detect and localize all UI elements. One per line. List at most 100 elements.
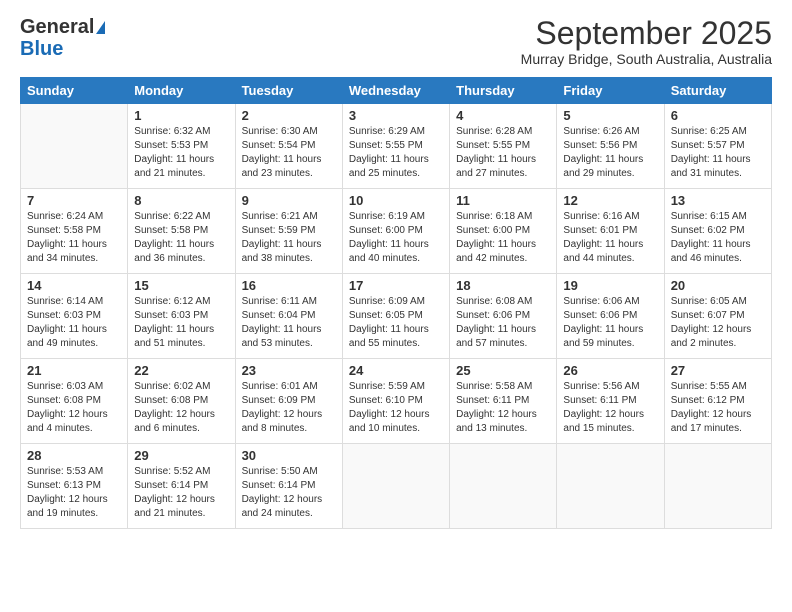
calendar-cell: 9 Sunrise: 6:21 AMSunset: 5:59 PMDaylight… xyxy=(235,189,342,274)
day-number: 27 xyxy=(671,363,765,378)
day-number: 5 xyxy=(563,108,657,123)
day-number: 15 xyxy=(134,278,228,293)
calendar-cell xyxy=(557,444,664,529)
calendar-cell: 27 Sunrise: 5:55 AMSunset: 6:12 PMDayligh… xyxy=(664,359,771,444)
calendar-cell: 1Sunrise: 6:32 AMSunset: 5:53 PMDaylight… xyxy=(128,104,235,189)
calendar-cell: 10 Sunrise: 6:19 AMSunset: 6:00 PMDayligh… xyxy=(342,189,449,274)
day-header-monday: Monday xyxy=(128,78,235,104)
week-row-5: 28 Sunrise: 5:53 AMSunset: 6:13 PMDayligh… xyxy=(21,444,772,529)
calendar-cell: 26 Sunrise: 5:56 AMSunset: 6:11 PMDayligh… xyxy=(557,359,664,444)
day-number: 14 xyxy=(27,278,121,293)
calendar-cell xyxy=(342,444,449,529)
calendar-cell: 30Sunrise: 5:50 AMSunset: 6:14 PMDayligh… xyxy=(235,444,342,529)
logo-general: General xyxy=(20,16,105,38)
day-info: Sunrise: 6:02 AMSunset: 6:08 PMDaylight:… xyxy=(134,380,228,436)
calendar-cell: 7 Sunrise: 6:24 AMSunset: 5:58 PMDaylight… xyxy=(21,189,128,274)
day-info: Sunrise: 5:52 AMSunset: 6:14 PMDaylight:… xyxy=(134,465,228,521)
page-header: General Blue September 2025 Murray Bridg… xyxy=(20,16,772,67)
calendar-cell xyxy=(450,444,557,529)
calendar-cell: 3Sunrise: 6:29 AMSunset: 5:55 PMDaylight… xyxy=(342,104,449,189)
calendar-cell: 21 Sunrise: 6:03 AMSunset: 6:08 PMDayligh… xyxy=(21,359,128,444)
day-header-friday: Friday xyxy=(557,78,664,104)
day-info: Sunrise: 6:14 AMSunset: 6:03 PMDaylight:… xyxy=(27,295,121,351)
day-number: 18 xyxy=(456,278,550,293)
logo: General Blue xyxy=(20,16,105,60)
day-number: 20 xyxy=(671,278,765,293)
day-header-tuesday: Tuesday xyxy=(235,78,342,104)
calendar-cell: 29 Sunrise: 5:52 AMSunset: 6:14 PMDayligh… xyxy=(128,444,235,529)
calendar-cell xyxy=(664,444,771,529)
day-header-thursday: Thursday xyxy=(450,78,557,104)
calendar-cell: 2Sunrise: 6:30 AMSunset: 5:54 PMDaylight… xyxy=(235,104,342,189)
day-info: Sunrise: 6:01 AMSunset: 6:09 PMDaylight:… xyxy=(242,380,336,436)
logo-blue: Blue xyxy=(20,38,63,60)
day-info: Sunrise: 5:55 AMSunset: 6:12 PMDaylight:… xyxy=(671,380,765,436)
calendar-cell: 16Sunrise: 6:11 AMSunset: 6:04 PMDayligh… xyxy=(235,274,342,359)
calendar-cell: 24 Sunrise: 5:59 AMSunset: 6:10 PMDayligh… xyxy=(342,359,449,444)
day-info: Sunrise: 5:56 AMSunset: 6:11 PMDaylight:… xyxy=(563,380,657,436)
month-title: September 2025 xyxy=(521,16,772,51)
day-number: 4 xyxy=(456,108,550,123)
calendar-cell: 13 Sunrise: 6:15 AMSunset: 6:02 PMDayligh… xyxy=(664,189,771,274)
day-info: Sunrise: 6:05 AMSunset: 6:07 PMDaylight:… xyxy=(671,295,765,351)
day-number: 24 xyxy=(349,363,443,378)
day-number: 10 xyxy=(349,193,443,208)
calendar-cell: 20 Sunrise: 6:05 AMSunset: 6:07 PMDayligh… xyxy=(664,274,771,359)
calendar-cell xyxy=(21,104,128,189)
day-number: 12 xyxy=(563,193,657,208)
week-row-3: 14 Sunrise: 6:14 AMSunset: 6:03 PMDayligh… xyxy=(21,274,772,359)
day-number: 16 xyxy=(242,278,336,293)
day-number: 11 xyxy=(456,193,550,208)
day-info: Sunrise: 6:24 AMSunset: 5:58 PMDaylight:… xyxy=(27,210,121,266)
calendar-cell: 25Sunrise: 5:58 AMSunset: 6:11 PMDayligh… xyxy=(450,359,557,444)
calendar-cell: 17 Sunrise: 6:09 AMSunset: 6:05 PMDayligh… xyxy=(342,274,449,359)
day-info: Sunrise: 5:58 AMSunset: 6:11 PMDaylight:… xyxy=(456,380,550,436)
day-number: 21 xyxy=(27,363,121,378)
day-info: Sunrise: 6:08 AMSunset: 6:06 PMDaylight:… xyxy=(456,295,550,351)
day-info: Sunrise: 6:18 AMSunset: 6:00 PMDaylight:… xyxy=(456,210,550,266)
calendar-cell: 5 Sunrise: 6:26 AMSunset: 5:56 PMDaylight… xyxy=(557,104,664,189)
day-number: 6 xyxy=(671,108,765,123)
calendar-cell: 22 Sunrise: 6:02 AMSunset: 6:08 PMDayligh… xyxy=(128,359,235,444)
day-number: 8 xyxy=(134,193,228,208)
day-number: 29 xyxy=(134,448,228,463)
calendar-cell: 11 Sunrise: 6:18 AMSunset: 6:00 PMDayligh… xyxy=(450,189,557,274)
calendar-cell: 28 Sunrise: 5:53 AMSunset: 6:13 PMDayligh… xyxy=(21,444,128,529)
day-info: Sunrise: 6:19 AMSunset: 6:00 PMDaylight:… xyxy=(349,210,443,266)
day-header-saturday: Saturday xyxy=(664,78,771,104)
day-info: Sunrise: 6:25 AMSunset: 5:57 PMDaylight:… xyxy=(671,125,765,181)
day-number: 7 xyxy=(27,193,121,208)
day-number: 1 xyxy=(134,108,228,123)
day-number: 22 xyxy=(134,363,228,378)
day-number: 3 xyxy=(349,108,443,123)
calendar-cell: 23Sunrise: 6:01 AMSunset: 6:09 PMDayligh… xyxy=(235,359,342,444)
day-number: 28 xyxy=(27,448,121,463)
day-info: Sunrise: 6:28 AMSunset: 5:55 PMDaylight:… xyxy=(456,125,550,181)
day-number: 2 xyxy=(242,108,336,123)
calendar-cell: 8Sunrise: 6:22 AMSunset: 5:58 PMDaylight… xyxy=(128,189,235,274)
day-info: Sunrise: 5:53 AMSunset: 6:13 PMDaylight:… xyxy=(27,465,121,521)
calendar-cell: 6 Sunrise: 6:25 AMSunset: 5:57 PMDaylight… xyxy=(664,104,771,189)
day-number: 9 xyxy=(242,193,336,208)
day-number: 13 xyxy=(671,193,765,208)
day-info: Sunrise: 6:03 AMSunset: 6:08 PMDaylight:… xyxy=(27,380,121,436)
location: Murray Bridge, South Australia, Australi… xyxy=(521,51,772,67)
day-info: Sunrise: 6:16 AMSunset: 6:01 PMDaylight:… xyxy=(563,210,657,266)
day-number: 19 xyxy=(563,278,657,293)
calendar-cell: 19Sunrise: 6:06 AMSunset: 6:06 PMDayligh… xyxy=(557,274,664,359)
title-block: September 2025 Murray Bridge, South Aust… xyxy=(521,16,772,67)
day-info: Sunrise: 6:09 AMSunset: 6:05 PMDaylight:… xyxy=(349,295,443,351)
day-number: 17 xyxy=(349,278,443,293)
calendar-cell: 12 Sunrise: 6:16 AMSunset: 6:01 PMDayligh… xyxy=(557,189,664,274)
day-info: Sunrise: 6:26 AMSunset: 5:56 PMDaylight:… xyxy=(563,125,657,181)
day-info: Sunrise: 6:21 AMSunset: 5:59 PMDaylight:… xyxy=(242,210,336,266)
day-info: Sunrise: 6:12 AMSunset: 6:03 PMDaylight:… xyxy=(134,295,228,351)
day-info: Sunrise: 5:59 AMSunset: 6:10 PMDaylight:… xyxy=(349,380,443,436)
day-number: 26 xyxy=(563,363,657,378)
day-header-wednesday: Wednesday xyxy=(342,78,449,104)
calendar-cell: 14 Sunrise: 6:14 AMSunset: 6:03 PMDayligh… xyxy=(21,274,128,359)
day-number: 30 xyxy=(242,448,336,463)
day-info: Sunrise: 6:15 AMSunset: 6:02 PMDaylight:… xyxy=(671,210,765,266)
calendar-cell: 18 Sunrise: 6:08 AMSunset: 6:06 PMDayligh… xyxy=(450,274,557,359)
calendar-cell: 15 Sunrise: 6:12 AMSunset: 6:03 PMDayligh… xyxy=(128,274,235,359)
